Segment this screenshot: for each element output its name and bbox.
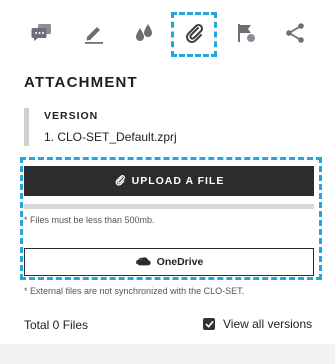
file-size-note: * Files must be less than 500mb. bbox=[24, 215, 155, 225]
view-all-versions-toggle[interactable]: View all versions bbox=[203, 317, 312, 331]
external-files-note: * External files are not synchronized wi… bbox=[24, 286, 245, 296]
flag-icon[interactable] bbox=[232, 19, 260, 47]
share-icon[interactable] bbox=[281, 19, 309, 47]
version-file[interactable]: 1. CLO-SET_Default.zprj bbox=[44, 130, 177, 144]
total-files-count: Total 0 Files bbox=[24, 318, 89, 332]
onedrive-icon bbox=[135, 255, 151, 270]
attachment-panel: ATTACHMENT VERSION 1. CLO-SET_Default.zp… bbox=[0, 0, 335, 344]
onedrive-label: OneDrive bbox=[156, 256, 204, 268]
upload-file-label: UPLOAD A FILE bbox=[131, 175, 225, 187]
paperclip-icon bbox=[114, 174, 126, 189]
color-drops-icon[interactable] bbox=[130, 19, 158, 47]
section-title: ATTACHMENT bbox=[24, 74, 138, 91]
upload-progress-bar bbox=[24, 204, 314, 209]
version-label: VERSION bbox=[44, 110, 99, 122]
edit-icon[interactable] bbox=[80, 19, 108, 47]
view-all-label: View all versions bbox=[223, 317, 313, 331]
view-all-checkbox[interactable] bbox=[203, 318, 215, 330]
active-tab-highlight bbox=[171, 12, 217, 57]
comments-icon[interactable] bbox=[28, 19, 56, 47]
upload-file-button[interactable]: UPLOAD A FILE bbox=[24, 166, 314, 196]
panel-toolbar bbox=[0, 0, 335, 68]
version-bar bbox=[24, 108, 29, 146]
version-block: VERSION 1. CLO-SET_Default.zprj bbox=[24, 108, 304, 146]
onedrive-button[interactable]: OneDrive bbox=[24, 248, 314, 276]
